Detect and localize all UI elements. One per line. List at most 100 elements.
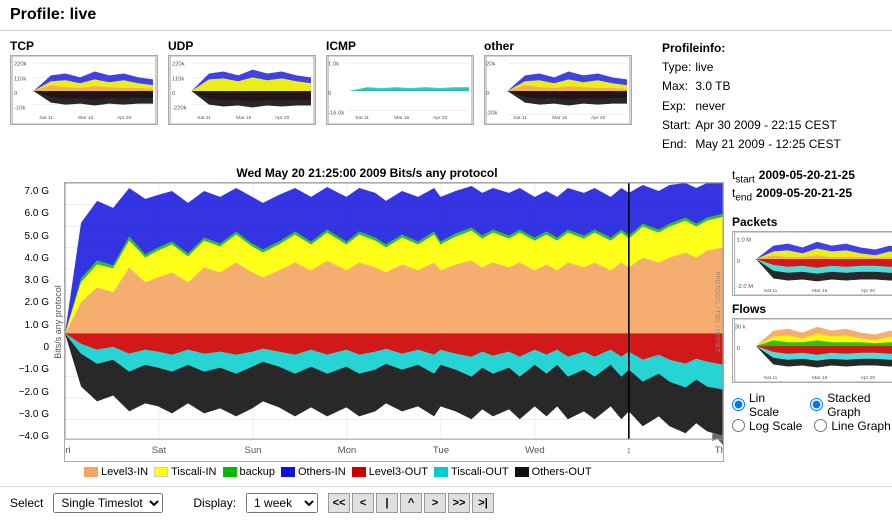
tstart-sub: start xyxy=(735,175,754,186)
mini-chart-group: TCP 220k 110k 0 -10k xyxy=(10,39,652,154)
chart-area: Wed May 20 21:25:00 2009 Bits/s any prot… xyxy=(10,166,724,482)
svg-text:30 k: 30 k xyxy=(735,325,746,331)
right-panel: tstart 2009-05-20-21-25 tend 2009-05-20-… xyxy=(732,166,892,482)
svg-text:Apr 20: Apr 20 xyxy=(275,115,290,121)
flows-label: Flows xyxy=(732,302,892,316)
y-label-8: −1.0 G xyxy=(19,364,49,375)
legend-color-level3in xyxy=(84,467,98,477)
nav-next[interactable]: > xyxy=(424,493,446,513)
tstart-row: tstart 2009-05-20-21-25 xyxy=(732,168,892,185)
scale-graph-row: Lin Scale Stacked Graph xyxy=(732,391,892,419)
y-label-7: 0 xyxy=(43,342,49,353)
mini-chart-icmp-label: ICMP xyxy=(326,39,474,53)
legend-backup: backup xyxy=(223,466,275,478)
lin-scale-label: Lin Scale xyxy=(749,391,798,419)
packets-chart[interactable]: 1.0 M 0 -2.0 M Sat 11 Mar 16 Apr 20 xyxy=(732,231,892,296)
packets-section: Packets 1.0 M 0 -2.0 M Sat 11 Mar 16 xyxy=(732,209,892,296)
mini-chart-udp-img[interactable]: 220k 110k 0 -220k Sat 11 Mar 16 Apr 20 xyxy=(168,55,316,125)
tstart-val: 2009-05-20-21-25 xyxy=(759,168,855,182)
legend-othersin: Others-IN xyxy=(281,466,346,478)
log-scale-option[interactable]: Log Scale xyxy=(732,419,802,433)
svg-text:Mar 16: Mar 16 xyxy=(812,288,827,294)
y-axis-title-wrapper: Bits/s any protocol xyxy=(52,182,64,462)
mini-chart-icmp-img[interactable]: 1.0k 0 -16.0k Sat 11 Mar 16 Apr 20 xyxy=(326,55,474,125)
svg-text:Mar 16: Mar 16 xyxy=(812,375,827,381)
svg-text:110k: 110k xyxy=(172,76,184,82)
svg-text:Sat 11: Sat 11 xyxy=(39,115,53,121)
start-val: Apr 30 2009 - 22:15 CEST xyxy=(695,116,844,135)
nav-first[interactable]: << xyxy=(328,493,350,513)
svg-text:Mar 16: Mar 16 xyxy=(394,115,409,121)
y-label-2: 5.0 G xyxy=(25,231,49,242)
y-label-6: 1.0 G xyxy=(25,320,49,331)
svg-text:↕: ↕ xyxy=(627,445,632,455)
timeslot-select[interactable]: Single Timeslot Range xyxy=(53,493,163,513)
svg-text:1.0k: 1.0k xyxy=(328,62,339,68)
nav-prev[interactable]: < xyxy=(352,493,374,513)
y-label-11: −4.0 G xyxy=(19,431,49,442)
svg-text:110k: 110k xyxy=(14,76,26,82)
svg-text:0: 0 xyxy=(14,91,17,97)
legend-color-level3out xyxy=(352,467,366,477)
type-val: live xyxy=(695,58,844,77)
lin-scale-option[interactable]: Lin Scale xyxy=(732,391,798,419)
svg-text:Sat 11: Sat 11 xyxy=(764,288,778,294)
start-label: Start: xyxy=(662,116,695,135)
mini-chart-icmp: ICMP 1.0k 0 -16.0k Sat 11 Mar 16 Apr 20 xyxy=(326,39,474,154)
stacked-graph-radio[interactable] xyxy=(810,398,823,411)
mini-chart-udp-label: UDP xyxy=(168,39,316,53)
nav-last[interactable]: >| xyxy=(472,493,494,513)
svg-text:Wed: Wed xyxy=(525,445,545,455)
flows-chart[interactable]: 30 k 0 Sat 11 Mar 16 Apr 20 xyxy=(732,318,892,383)
svg-text:Mon: Mon xyxy=(338,445,357,455)
svg-text:Apr 20: Apr 20 xyxy=(861,375,876,381)
legend-tiscaliin: Tiscali-IN xyxy=(154,466,216,478)
svg-text:1.0 M: 1.0 M xyxy=(737,238,752,244)
mini-chart-tcp-img[interactable]: 220k 110k 0 -10k Sat 11 xyxy=(10,55,158,125)
svg-text:PROTOCOL / TSEL / OFFSET: PROTOCOL / TSEL / OFFSET xyxy=(713,272,720,353)
legend-label-tiscaliin: Tiscali-IN xyxy=(171,466,216,478)
legend-color-othersout xyxy=(515,467,529,477)
profile-info-table: Type: live Max: 3.0 TB Exp: never Start:… xyxy=(662,58,845,154)
legend-label-tiscaliout: Tiscali-OUT xyxy=(451,466,509,478)
main-chart-canvas[interactable]: Fri Sat Sun Mon Tue Wed ↕ Thu PROTOCOL /… xyxy=(64,182,724,462)
nav-fastfwd[interactable]: >> xyxy=(448,493,470,513)
svg-text:Mar 16: Mar 16 xyxy=(78,115,93,121)
line-graph-radio[interactable] xyxy=(814,419,827,432)
log-scale-radio[interactable] xyxy=(732,419,745,432)
svg-text:-16.0k: -16.0k xyxy=(328,110,344,116)
mini-chart-other-label: other xyxy=(484,39,632,53)
svg-text:0: 0 xyxy=(737,259,740,265)
nav-stop[interactable]: | xyxy=(376,493,398,513)
mini-chart-other-img[interactable]: 20k 0 -20k Sat 11 Mar 16 Apr 20 xyxy=(484,55,632,125)
max-val: 3.0 TB xyxy=(695,77,844,96)
profile-info-title: Profileinfo: xyxy=(662,39,882,58)
mini-chart-tcp: TCP 220k 110k 0 -10k xyxy=(10,39,158,154)
y-label-0: 7.0 G xyxy=(25,186,49,197)
time-info: tstart 2009-05-20-21-25 tend 2009-05-20-… xyxy=(732,168,892,203)
display-select[interactable]: 1 day 1 week 1 month 1 year xyxy=(246,493,318,513)
lin-scale-radio[interactable] xyxy=(732,398,745,411)
line-graph-label: Line Graph xyxy=(831,419,890,433)
svg-text:Mar 16: Mar 16 xyxy=(552,115,567,121)
end-val: May 21 2009 - 12:25 CEST xyxy=(695,135,844,154)
exp-val: never xyxy=(695,97,844,116)
top-section: TCP 220k 110k 0 -10k xyxy=(0,31,892,162)
legend-label-level3out: Level3-OUT xyxy=(369,466,428,478)
legend-label-backup: backup xyxy=(240,466,275,478)
svg-text:0: 0 xyxy=(486,91,489,97)
bottom-controls: Select Single Timeslot Range Display: 1 … xyxy=(0,486,892,519)
line-graph-option[interactable]: Line Graph xyxy=(814,419,890,433)
main-chart-title: Wed May 20 21:25:00 2009 Bits/s any prot… xyxy=(10,166,724,182)
y-label-5: 2.0 G xyxy=(25,297,49,308)
svg-text:Mar 16: Mar 16 xyxy=(236,115,251,121)
legend-label-othersout: Others-OUT xyxy=(532,466,592,478)
legend-color-othersin xyxy=(281,467,295,477)
y-axis-title: Bits/s any protocol xyxy=(53,285,63,359)
main-section: Wed May 20 21:25:00 2009 Bits/s any prot… xyxy=(0,162,892,486)
stacked-graph-option[interactable]: Stacked Graph xyxy=(810,391,892,419)
svg-text:-20k: -20k xyxy=(486,110,497,116)
nav-play[interactable]: ^ xyxy=(400,493,422,513)
svg-text:220k: 220k xyxy=(172,62,185,68)
mini-chart-other: other 20k 0 -20k Sat 11 Mar 16 xyxy=(484,39,632,154)
